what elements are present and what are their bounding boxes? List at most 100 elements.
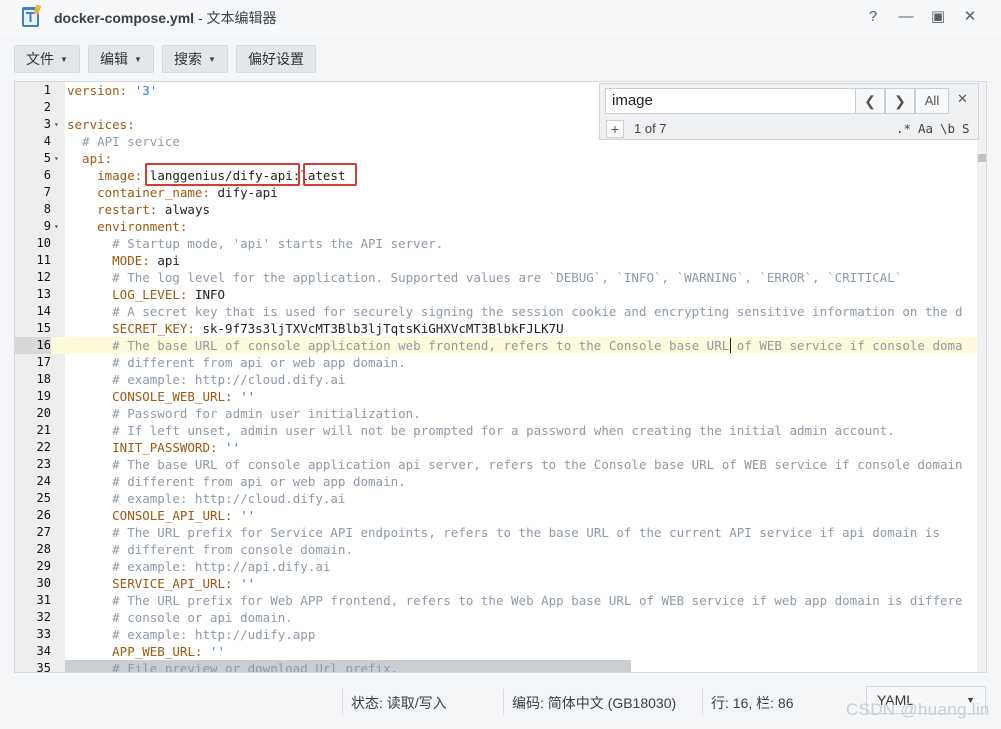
line-number: 5 [43,151,51,165]
line-number: 8 [43,202,51,216]
code-line[interactable]: 29 # example: http://api.dify.ai [15,558,977,575]
preferences-button[interactable]: 偏好设置 [236,45,316,73]
line-text: # Startup mode, 'api' starts the API ser… [67,235,443,252]
next-match-button[interactable]: ❯ [885,88,915,114]
yaml-key: CONSOLE_API_URL: [67,508,241,523]
code-line[interactable]: 23 # The base URL of console application… [15,456,977,473]
yaml-key: version: [67,83,135,98]
status-cursor-position: 行: 16, 栏: 86 [711,695,794,711]
code-line[interactable]: 32 # console or api domain. [15,609,977,626]
close-window-button[interactable]: ✕ [960,7,980,27]
line-number: 22 [36,440,51,454]
code-line[interactable]: 14 # A secret key that is used for secur… [15,303,977,320]
yaml-key: container_name: [67,185,218,200]
line-text: services: [67,116,135,133]
close-search-button[interactable]: ✕ [957,91,968,107]
yaml-value: '' [240,389,256,404]
yaml-comment: # Startup mode, 'api' starts the API ser… [67,236,444,251]
line-text: # The base URL of console application ap… [67,456,962,473]
vertical-scrollbar[interactable] [977,82,986,672]
image-tag-highlight-box [303,163,357,186]
fold-arrow-icon[interactable]: ▾ [54,116,64,133]
find-all-button[interactable]: All [915,88,949,114]
edit-menu-label: 编辑 [100,51,129,67]
code-line[interactable]: 17 # different from api or web app domai… [15,354,977,371]
code-line[interactable]: 33 # example: http://udify.app [15,626,977,643]
line-text: container_name: dify-api [67,184,278,201]
yaml-value: dify-api [217,185,278,200]
regex-toggle[interactable]: .* [896,120,911,138]
yaml-comment: # The URL prefix for Service API endpoin… [67,525,940,540]
file-menu-label: 文件 [26,51,55,67]
line-text: # different from console domain. [67,541,353,558]
expand-replace-button[interactable]: + [606,120,624,138]
yaml-comment: # example: http://udify.app [67,627,316,642]
yaml-value: '' [240,576,256,591]
code-line[interactable]: 8 restart: always [15,201,977,218]
yaml-value: '' [225,440,241,455]
line-number: 16 [15,337,51,354]
search-panel: image ❮ ❯ All ✕ + 1 of 7 .* Aa \b S [599,83,979,140]
line-number: 2 [43,100,51,114]
search-menu-button[interactable]: 搜索 ▼ [162,45,228,73]
code-line[interactable]: 10 # Startup mode, 'api' starts the API … [15,235,977,252]
line-text: environment: [67,218,187,235]
line-text: # console or api domain. [67,609,293,626]
code-line[interactable]: 25 # example: http://cloud.dify.ai [15,490,977,507]
code-line[interactable]: 11 MODE: api [15,252,977,269]
fold-arrow-icon[interactable]: ▾ [54,150,64,167]
yaml-comment: # The URL prefix for Web APP frontend, r… [67,593,963,608]
code-line[interactable]: 34 APP_WEB_URL: '' [15,643,977,660]
code-line[interactable]: 13 LOG_LEVEL: INFO [15,286,977,303]
image-name-highlight-box [145,163,300,186]
code-line[interactable]: 24 # different from api or web app domai… [15,473,977,490]
line-number: 17 [36,355,51,369]
code-line[interactable]: 7 container_name: dify-api [15,184,977,201]
line-number: 19 [36,389,51,403]
code-line[interactable]: 18 # example: http://cloud.dify.ai [15,371,977,388]
code-line[interactable]: 12 # The log level for the application. … [15,269,977,286]
yaml-value: '' [210,644,226,659]
code-line[interactable]: 20 # Password for admin user initializat… [15,405,977,422]
edit-menu-button[interactable]: 编辑 ▼ [88,45,154,73]
minimize-button[interactable]: — [896,7,916,27]
line-text: restart: always [67,201,210,218]
code-line[interactable]: 30 SERVICE_API_URL: '' [15,575,977,592]
yaml-comment: # example: http://api.dify.ai [67,559,331,574]
in-selection-toggle[interactable]: S [962,120,970,138]
line-text: LOG_LEVEL: INFO [67,286,225,303]
code-line[interactable]: 35 # File preview or download Url prefix… [15,660,977,673]
code-line[interactable]: 31 # The URL prefix for Web APP frontend… [15,592,977,609]
line-number: 35 [36,661,51,673]
line-number: 15 [36,321,51,335]
line-text: # The URL prefix for Service API endpoin… [67,524,940,541]
line-number: 18 [36,372,51,386]
match-case-toggle[interactable]: Aa [918,120,933,138]
file-menu-button[interactable]: 文件 ▼ [14,45,80,73]
line-text: MODE: api [67,252,180,269]
line-text: # different from api or web app domain. [67,473,406,490]
code-line[interactable]: 21 # If left unset, admin user will not … [15,422,977,439]
code-line[interactable]: 22 INIT_PASSWORD: '' [15,439,977,456]
line-text: # If left unset, admin user will not be … [67,422,895,439]
code-line[interactable]: 28 # different from console domain. [15,541,977,558]
line-number: 34 [36,644,51,658]
yaml-comment: # example: http://cloud.dify.ai [67,491,346,506]
search-input[interactable]: image [605,88,856,114]
code-line[interactable]: 26 CONSOLE_API_URL: '' [15,507,977,524]
code-line[interactable]: 9 ▾ environment: [15,218,977,235]
line-number: 3 [43,117,51,131]
code-editor[interactable]: 1 version: '3' 2 3 ▾ services: 4 # API serv… [14,81,987,673]
code-area[interactable]: 1 version: '3' 2 3 ▾ services: 4 # API serv… [15,82,986,673]
code-line-active[interactable]: 16 # The base URL of console application… [15,337,977,354]
previous-match-button[interactable]: ❮ [855,88,885,114]
code-line[interactable]: 15 SECRET_KEY: sk-9f73s3ljTXVcMT3Blb3ljT… [15,320,977,337]
whole-word-toggle[interactable]: \b [940,120,955,138]
fold-arrow-icon[interactable]: ▾ [54,218,64,235]
vertical-scrollbar-thumb[interactable] [978,154,986,162]
line-number: 27 [36,525,51,539]
code-line[interactable]: 27 # The URL prefix for Service API endp… [15,524,977,541]
maximize-button[interactable]: ▣ [928,7,948,27]
help-button[interactable]: ? [863,7,883,27]
code-line[interactable]: 19 CONSOLE_WEB_URL: '' [15,388,977,405]
